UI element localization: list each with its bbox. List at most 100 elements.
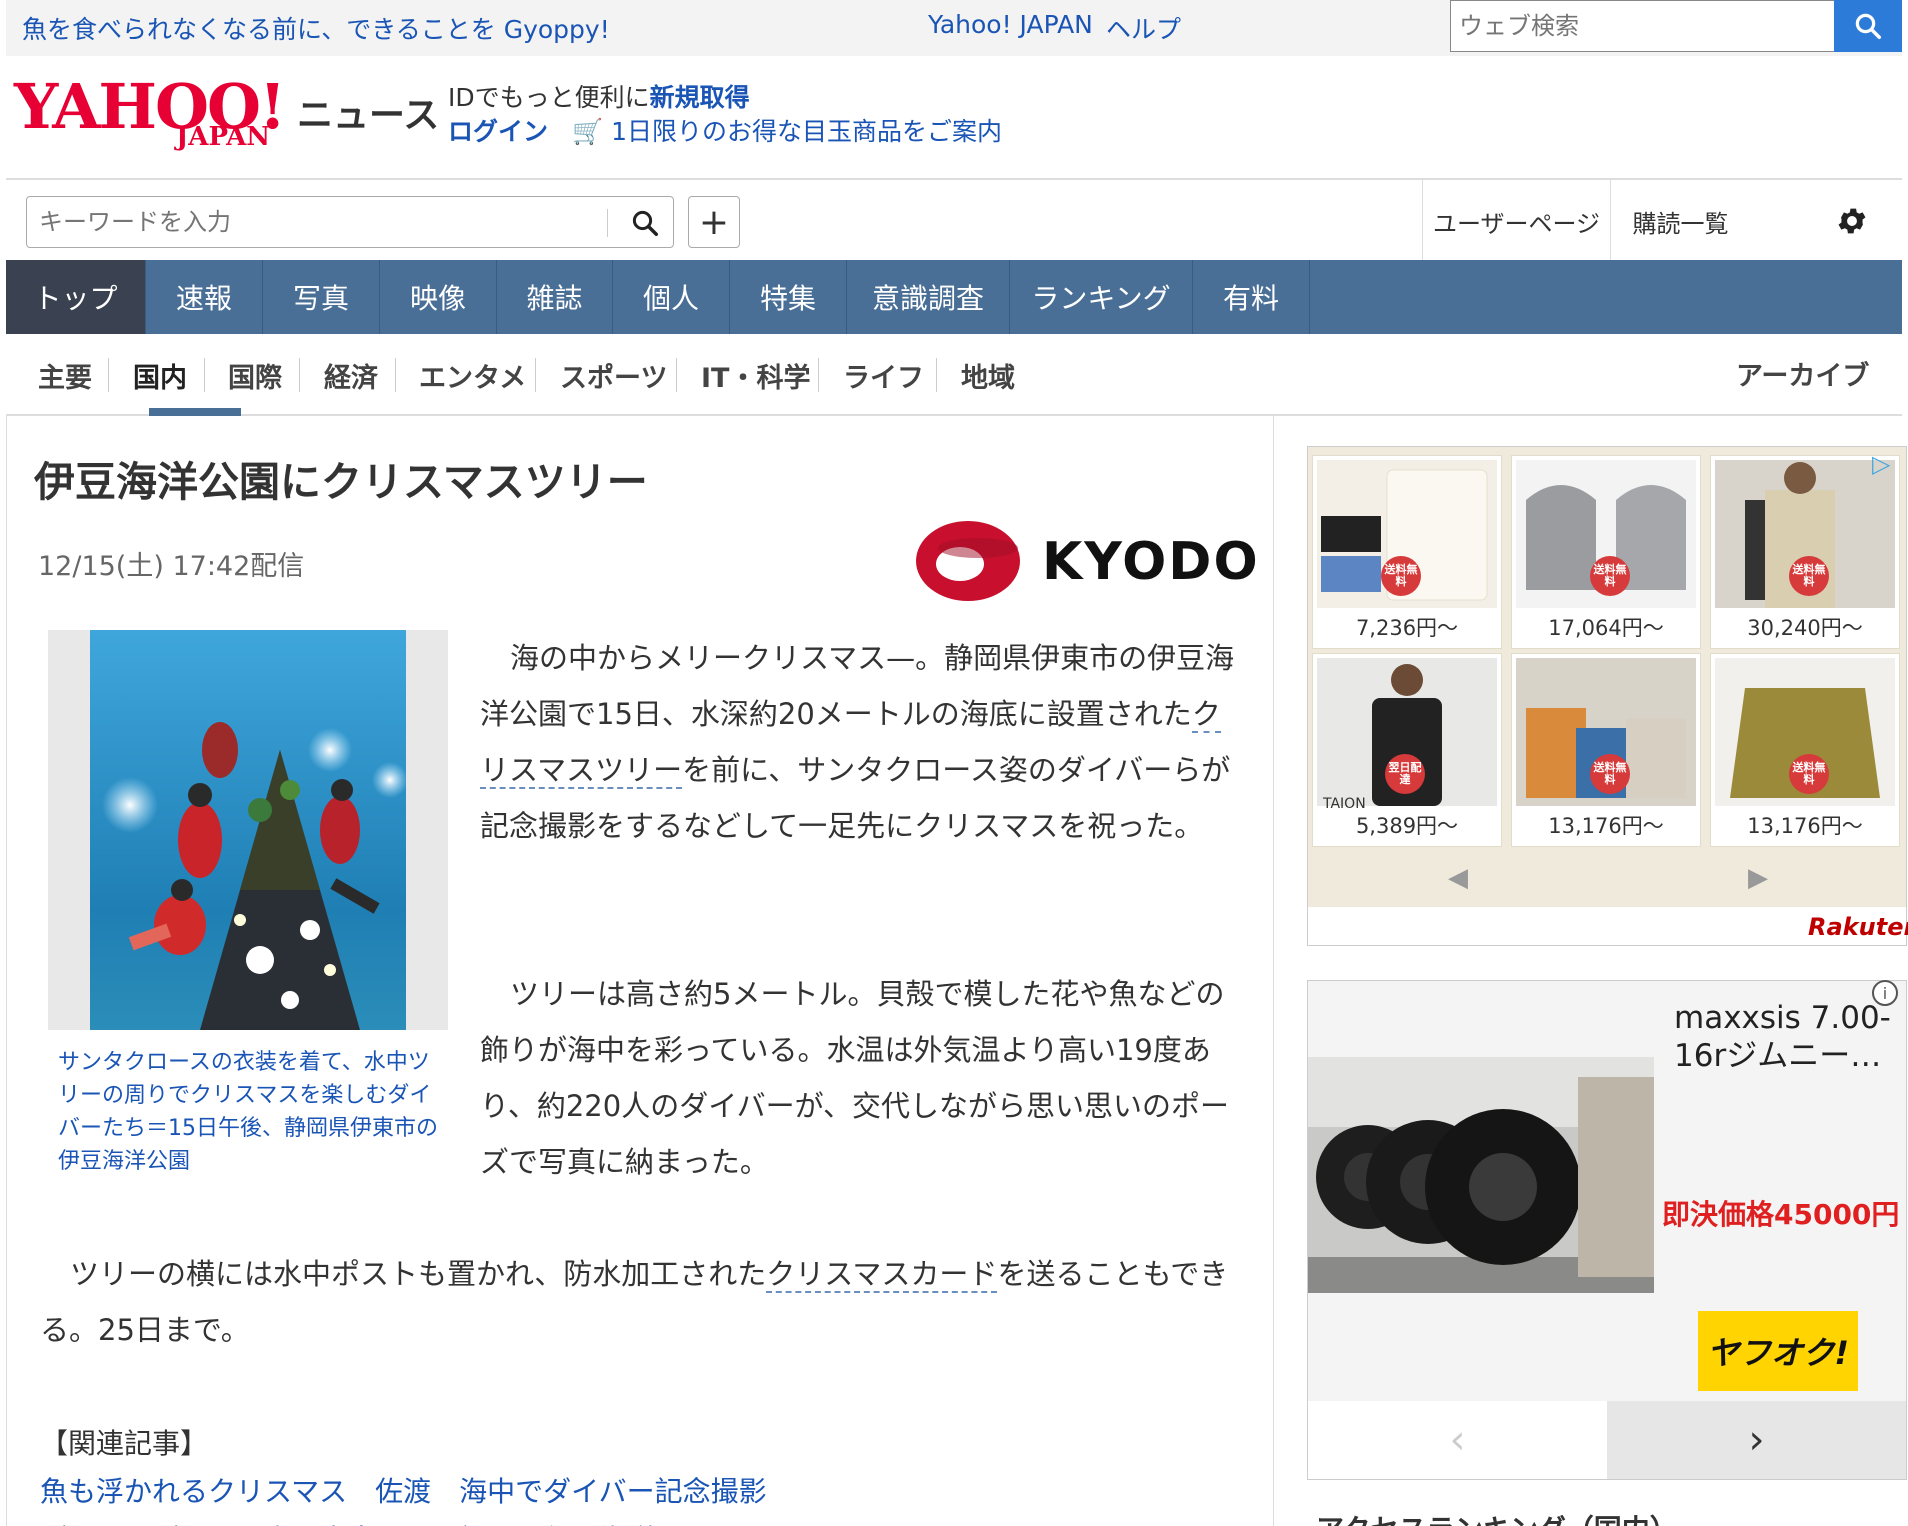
web-search-field[interactable] [1450,0,1835,52]
subnav-life[interactable]: ライフ [843,356,924,395]
article-photo-frame[interactable] [48,630,448,1030]
user-page-link[interactable]: ユーザーページ [1422,180,1610,262]
carousel-next-button[interactable]: ▶ [1748,863,1768,893]
p1-text-a: 海の中からメリークリスマス—。静岡県伊東市の伊豆海洋公園で15日、水深約20メー… [480,641,1235,731]
ad-product-price: 17,064円〜 [1548,616,1664,640]
subnav-separator [818,358,819,392]
subnav-domestic[interactable]: 国内 [133,356,187,395]
plus-icon: + [698,201,730,243]
settings-button[interactable] [1802,180,1902,262]
related-article-link[interactable]: 魚も浮かれるクリスマス 佐渡 海中でダイバー記念撮影 [40,1470,767,1510]
nav-video[interactable]: 映像 [380,260,497,334]
yafuoku-logo[interactable]: ヤフオク! [1698,1311,1858,1391]
nav-paid[interactable]: 有料 [1193,260,1310,334]
yahoo-japan-link[interactable]: Yahoo! JAPAN [928,10,1093,39]
nav-ranking[interactable]: ランキング [1010,260,1193,334]
yahoo-news-logo[interactable]: YAHOO! JAPAN [14,76,286,153]
article-date: 12/15(土) 17:42配信 [38,551,305,582]
deal-text: 1日限りのお得な目玉商品をご案内 [611,117,1002,146]
keyword-search-button[interactable] [623,205,667,241]
tires-image[interactable] [1308,1057,1654,1293]
nav-survey[interactable]: 意識調査 [847,260,1010,334]
login-row: ログイン 🛒 1日限りのお得な目玉商品をご案内 [448,112,1002,148]
chevron-right-icon: › [1748,1417,1765,1463]
add-button[interactable]: + [688,196,740,248]
deal-link[interactable]: 🛒 1日限りのお得な目玉商品をご案内 [572,117,1002,146]
subnav-main[interactable]: 主要 [38,356,92,395]
subnav-international[interactable]: 国際 [228,356,282,395]
subnav-separator [299,358,300,392]
main-nav: トップ 速報 写真 映像 雑誌 個人 特集 意識調査 ランキング 有料 [6,260,1902,334]
archive-link[interactable]: アーカイブ [1736,354,1869,393]
article-photo[interactable] [90,630,406,1030]
ad-product[interactable]: 送料無料 17,064円〜 [1511,455,1701,649]
keyword-search-box[interactable] [26,196,674,248]
related-article-link[interactable]: ダイバーがサンタ姿で水中ツリー設置 伊豆海洋公園 [40,1518,711,1526]
subnav-entertainment[interactable]: エンタメ [419,356,526,395]
triangle-left-icon: ◀ [1448,863,1468,893]
rakuten-logo: Rakuten [1808,913,1908,941]
promo-link[interactable]: 魚を食べられなくなる前に、できることを Gyoppy! [22,10,610,46]
ad-product-price: 13,176円〜 [1548,814,1664,838]
nav-individual[interactable]: 個人 [613,260,730,334]
signup-link[interactable]: 新規取得 [650,83,750,112]
subnav-economy[interactable]: 経済 [324,356,378,395]
subnav-sports[interactable]: スポーツ [560,356,667,395]
subnav-regional[interactable]: 地域 [961,356,1015,395]
auction-ad-body: maxxsis 7.00-16rジムニー… 即決価格45000円 ヤフオク! [1308,981,1906,1401]
ad-product[interactable]: 送料無料 7,236円〜 [1312,455,1502,649]
kyodo-logo[interactable]: KYODO [914,518,1258,604]
auction-ad[interactable]: maxxsis 7.00-16rジムニー… 即決価格45000円 ヤフオク! ‹… [1307,980,1907,1480]
active-tab-indicator [149,408,241,416]
article-paragraph-2: ツリーは高さ約5メートル。貝殻で模した花や魚などの飾りが海中を彩っている。水温は… [480,977,1230,1179]
kyodo-mark-icon [916,521,1020,601]
chevron-left-icon: ‹ [1449,1417,1466,1463]
subscriptions-link[interactable]: 購読一覧 [1610,180,1750,262]
tires-photo [1308,1057,1654,1293]
nav-top[interactable]: トップ [6,260,146,334]
nav-features[interactable]: 特集 [730,260,847,334]
search-divider [607,209,608,237]
free-shipping-badge: 送料無料 [1590,754,1630,794]
free-shipping-badge: 送料無料 [1381,556,1421,596]
nav-photos[interactable]: 写真 [263,260,380,334]
ad-prev-button[interactable]: ‹ [1308,1401,1607,1479]
gear-icon [1838,208,1866,234]
subnav-it-science[interactable]: IT・科学 [701,356,810,395]
photo-caption[interactable]: サンタクロースの衣装を着て、水中ツリーの周りでクリスマスを楽しむダイバーたち＝1… [58,1046,438,1178]
nav-magazine[interactable]: 雑誌 [497,260,613,334]
nav-breaking[interactable]: 速報 [146,260,263,334]
web-search-button[interactable] [1834,0,1902,52]
help-link[interactable]: ヘルプ [1106,10,1181,46]
id-promo-text: IDでもっと便利に [448,83,650,112]
ad-product-price: 5,389円〜 [1355,814,1459,838]
ad-product[interactable]: 翌日配達 TAION 5,389円〜 [1312,653,1502,847]
sub-nav: 主要 国内 国際 経済 エンタメ スポーツ IT・科学 ライフ 地域 アーカイブ [6,334,1902,416]
login-link[interactable]: ログイン [448,117,548,146]
cart-icon: 🛒 [571,117,604,146]
auction-item-title[interactable]: maxxsis 7.00-16rジムニー… [1674,999,1904,1075]
info-icon[interactable]: i [1872,980,1898,1006]
article-paragraph-1: 海の中からメリークリスマス—。静岡県伊東市の伊豆海洋公園で15日、水深約20メー… [480,630,1240,854]
triangle-right-icon: ▶ [1748,863,1768,893]
rakuten-ad[interactable]: 送料無料 7,236円〜 送料無料 17,064円〜 送料無料 30,240円〜… [1307,446,1908,946]
ad-product-price: 7,236円〜 [1355,616,1459,640]
subnav-separator [676,358,677,392]
ad-next-button[interactable]: › [1607,1401,1906,1479]
free-shipping-badge: 送料無料 [1590,556,1630,596]
adchoices-icon[interactable]: ▷ [1872,450,1890,478]
subnav-separator [395,358,396,392]
underwater-tree-photo [90,630,406,1030]
ad-product[interactable]: 送料無料 13,176円〜 [1511,653,1701,847]
free-shipping-badge: 送料無料 [1789,754,1829,794]
subnav-separator [535,358,536,392]
web-search-input[interactable] [1451,1,1834,51]
ad-product-price: 13,176円〜 [1747,814,1863,838]
carousel-prev-button[interactable]: ◀ [1448,863,1468,893]
keyword-search-input[interactable] [27,197,607,247]
ad-product[interactable]: 送料無料 13,176円〜 [1710,653,1900,847]
ad-product[interactable]: 送料無料 30,240円〜 [1710,455,1900,649]
id-promo: IDでもっと便利に新規取得 [448,78,750,114]
access-ranking-heading: アクセスランキング（国内） [1316,1508,1678,1526]
christmas-card-keyword-link[interactable]: クリスマスカード [766,1257,998,1293]
